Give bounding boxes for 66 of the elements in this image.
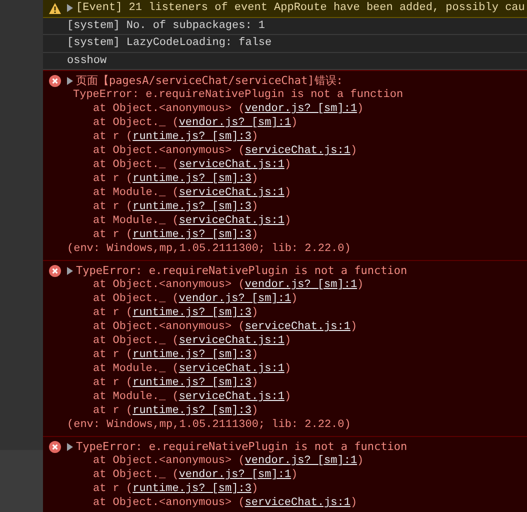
stack-frame-line: at r (runtime.js? [sm]:3) (92, 306, 260, 320)
stack-frame-line: at Object.<anonymous> (serviceChat.js:1) (92, 320, 358, 334)
log-message: osshow (67, 54, 107, 68)
source-link[interactable]: serviceChat.js:1 (178, 335, 284, 347)
stack-frame-line: at r (runtime.js? [sm]:3) (92, 404, 260, 418)
stack-frame-line: at r (runtime.js? [sm]:3) (92, 482, 260, 496)
stack-frame-line: at Object.<anonymous> (serviceChat.js:1) (92, 144, 358, 158)
source-link[interactable]: runtime.js? [sm]:3 (132, 131, 252, 143)
stack-frame-line: at r (runtime.js? [sm]:3) (92, 200, 260, 214)
stack-frame-line: at Object._ (vendor.js? [sm]:1) (92, 468, 299, 482)
source-link[interactable]: runtime.js? [sm]:3 (132, 483, 252, 495)
source-link[interactable]: vendor.js? [sm]:1 (178, 469, 292, 481)
source-link[interactable]: runtime.js? [sm]:3 (132, 405, 252, 417)
stack-frame-line: at Module._ (serviceChat.js:1) (92, 390, 292, 404)
log-message: [system] LazyCodeLoading: false (67, 36, 272, 51)
error-icon (49, 265, 61, 277)
stack-frame-line: at Module._ (serviceChat.js:1) (92, 362, 292, 376)
source-link[interactable]: serviceChat.js:1 (244, 145, 350, 157)
warning-message: [Event] 21 listeners of event AppRoute have been added, possibly cau (76, 1, 525, 16)
source-link[interactable]: serviceChat.js:1 (244, 321, 350, 333)
stack-frame-line: at r (runtime.js? [sm]:3) (92, 228, 260, 242)
stack-frame-line: at Object._ (vendor.js? [sm]:1) (92, 292, 299, 306)
error-title: TypeError: e.requireNativePlugin is not a function (76, 440, 408, 454)
source-link[interactable]: runtime.js? [sm]:3 (132, 307, 252, 319)
expand-arrow-icon[interactable] (67, 4, 73, 12)
source-link[interactable]: serviceChat.js:1 (178, 187, 284, 199)
stack-frame-line: at Object.<anonymous> (vendor.js? [sm]:1) (92, 454, 365, 468)
error-message: TypeError: e.requireNativePlugin is not a function (72, 88, 404, 102)
source-link[interactable]: vendor.js? [sm]:1 (244, 103, 358, 115)
source-link[interactable]: vendor.js? [sm]:1 (244, 455, 358, 467)
stack-frame-line: at Object.<anonymous> (vendor.js? [sm]:1) (92, 278, 365, 292)
stack-frame-line: at Module._ (serviceChat.js:1) (92, 186, 292, 200)
source-link[interactable]: vendor.js? [sm]:1 (244, 279, 358, 291)
source-link[interactable]: vendor.js? [sm]:1 (178, 117, 292, 129)
expand-arrow-icon[interactable] (67, 77, 73, 85)
source-link[interactable]: runtime.js? [sm]:3 (132, 377, 252, 389)
source-link[interactable]: serviceChat.js:1 (244, 497, 350, 509)
error-icon (49, 441, 61, 453)
error-title: 页面【pagesA/serviceChat/serviceChat]错误: (76, 74, 343, 88)
source-link[interactable]: serviceChat.js:1 (178, 215, 284, 227)
log-message: [system] No. of subpackages: 1 (67, 18, 266, 34)
stack-frame-line: at Object._ (serviceChat.js:1) (92, 334, 292, 348)
error-title: TypeError: e.requireNativePlugin is not a function (76, 264, 408, 278)
source-link[interactable]: serviceChat.js:1 (178, 159, 284, 171)
source-link[interactable]: runtime.js? [sm]:3 (132, 201, 252, 213)
stack-frame-line: at Module._ (serviceChat.js:1) (92, 214, 292, 228)
expand-arrow-icon[interactable] (67, 267, 73, 275)
expand-arrow-icon[interactable] (67, 443, 73, 451)
env-info: (env: Windows,mp,1.05.2111300; lib: 2.22.0) (67, 242, 352, 256)
source-link[interactable]: serviceChat.js:1 (178, 391, 284, 403)
stack-frame-line: at r (runtime.js? [sm]:3) (92, 130, 260, 144)
stack-frame-line: at r (runtime.js? [sm]:3) (92, 348, 260, 362)
source-link[interactable]: runtime.js? [sm]:3 (132, 349, 252, 361)
source-link[interactable]: serviceChat.js:1 (178, 363, 284, 375)
stack-frame-line: at Object.<anonymous> (vendor.js? [sm]:1) (92, 102, 365, 116)
stack-frame-line: at Object.<anonymous> (serviceChat.js:1) (92, 496, 358, 510)
stack-frame-line: at Object._ (vendor.js? [sm]:1) (92, 116, 299, 130)
warning-icon (49, 2, 61, 14)
source-link[interactable]: vendor.js? [sm]:1 (178, 293, 292, 305)
env-info: (env: Windows,mp,1.05.2111300; lib: 2.22.0) (67, 418, 352, 432)
stack-frame-line: at Object._ (serviceChat.js:1) (92, 158, 292, 172)
source-link[interactable]: runtime.js? [sm]:3 (132, 173, 252, 185)
stack-frame-line: at r (runtime.js? [sm]:3) (92, 376, 260, 390)
stack-frame-line: at r (runtime.js? [sm]:3) (92, 172, 260, 186)
error-icon (49, 75, 61, 87)
source-link[interactable]: runtime.js? [sm]:3 (132, 229, 252, 241)
